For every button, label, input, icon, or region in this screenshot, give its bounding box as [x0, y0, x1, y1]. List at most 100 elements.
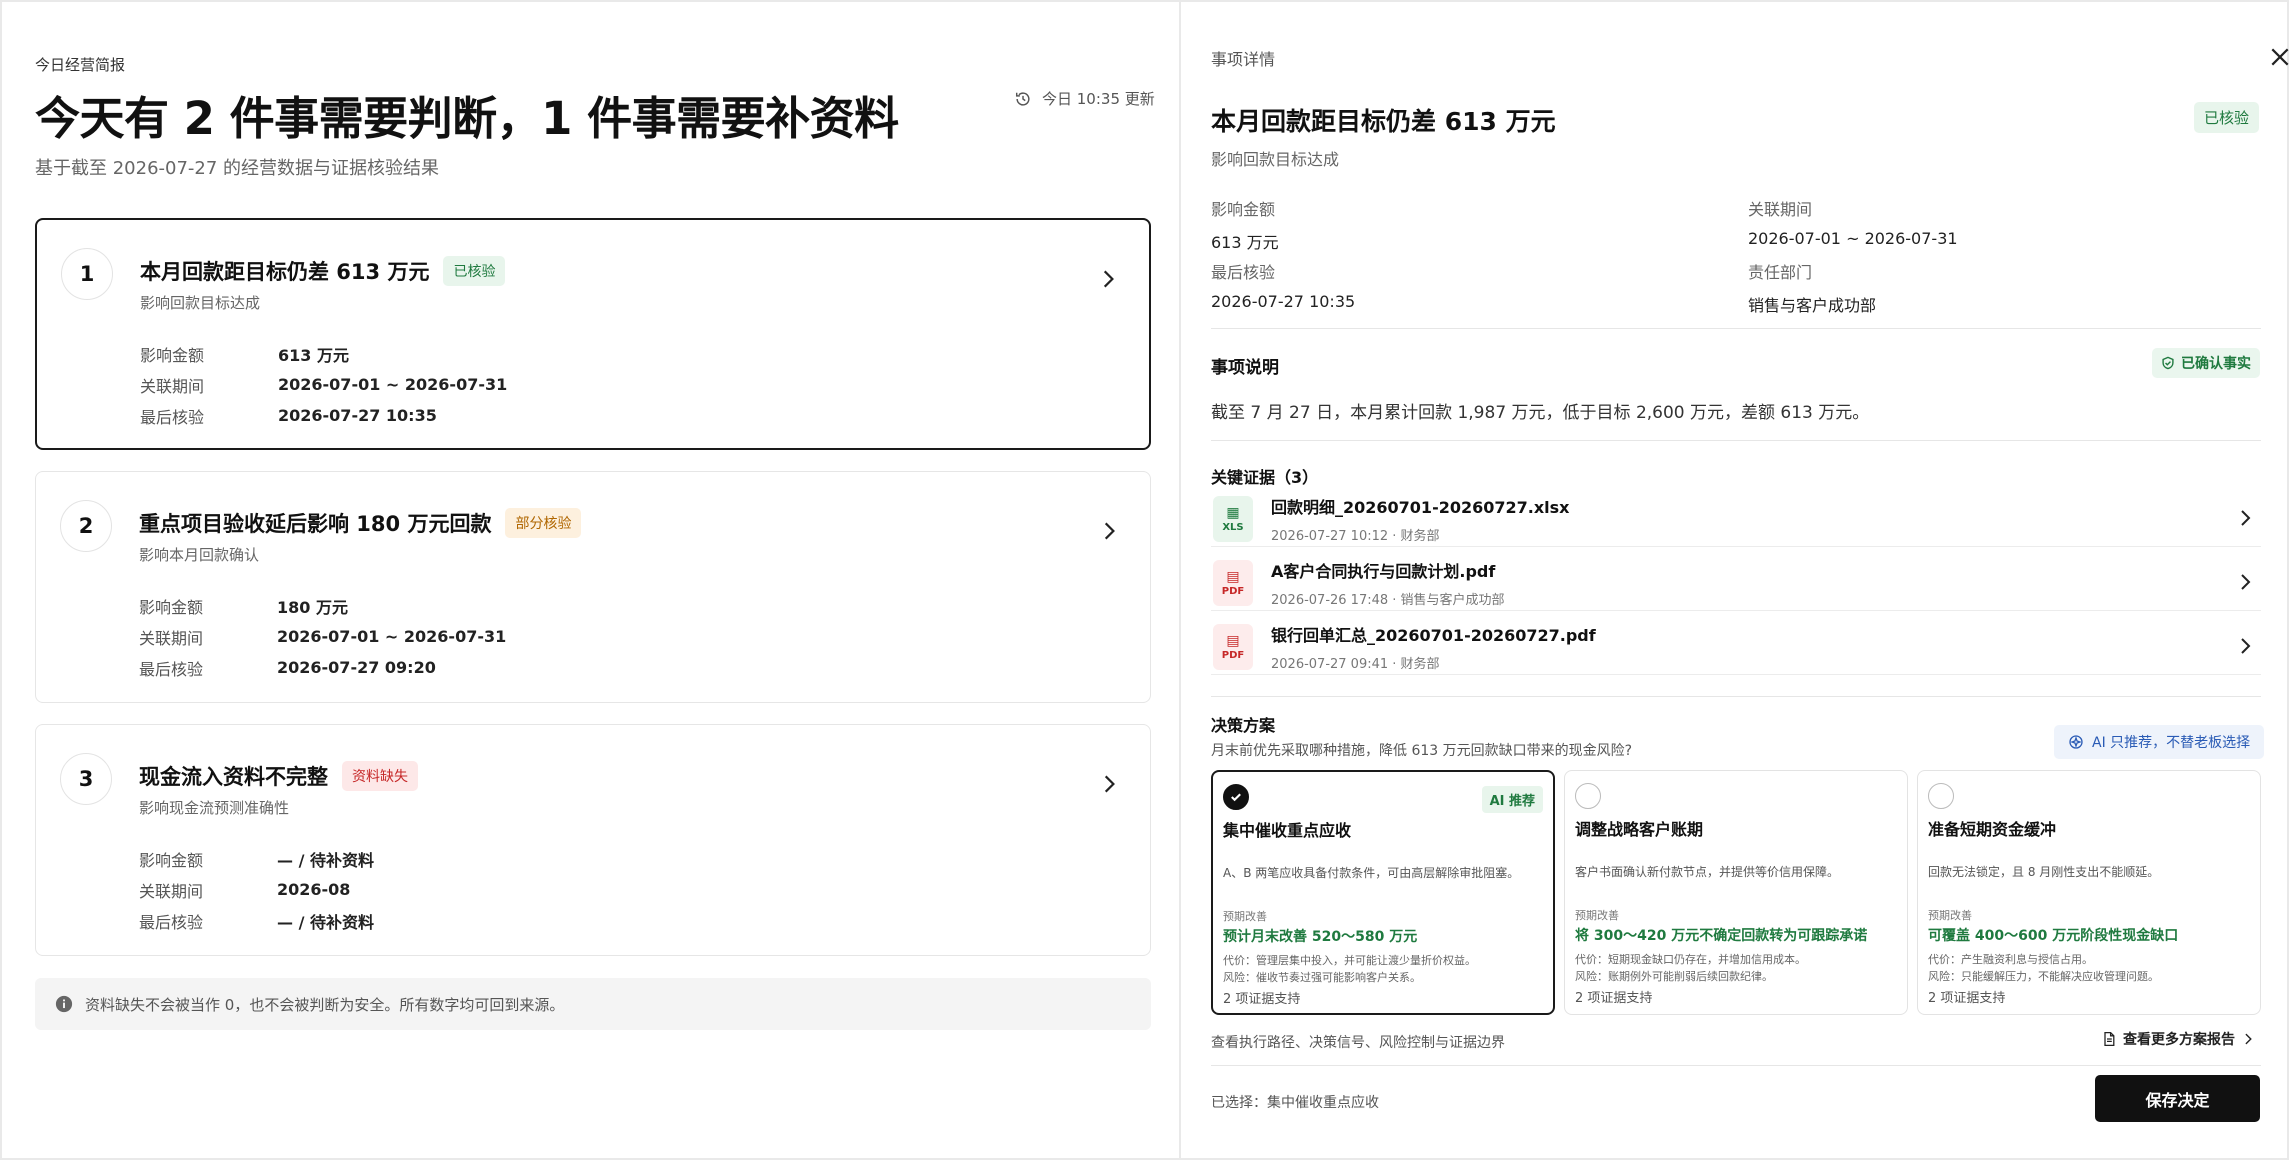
status-badge: 已核验: [2194, 102, 2260, 133]
shield-check-icon: [2162, 356, 2174, 370]
amount-value: — / 待补资料: [277, 850, 374, 870]
last-check-label: 最后核验: [140, 407, 205, 427]
execution-path-note: 查看执行路径、决策信号、风险控制与证据边界: [1211, 1035, 1505, 1051]
status-badge: 部分核验: [505, 508, 582, 538]
chevron-right-icon[interactable]: [2235, 636, 2255, 656]
issue-details: 影响金额 613 万元 关联期间 2026-07-01 ~ 2026-07-31 最…: [140, 338, 507, 431]
file-name: 回款明细_20260701-20260727.xlsx: [1271, 498, 1570, 517]
radio-unselected[interactable]: [1575, 783, 1601, 809]
option-risk: 风险：账期例外可能削弱后续回款纪律。: [1575, 970, 1773, 983]
issue-card-2[interactable]: 2 重点项目验收延后影响 180 万元回款 部分核验 影响本月回款确认 影响金额…: [35, 471, 1151, 703]
period-label: 关联期间: [139, 881, 204, 901]
issue-title: 本月回款距目标仍差 613 万元 已核验: [140, 256, 506, 286]
divider: [1211, 1065, 2261, 1066]
page-title: 今天有 2 件事需要判断，1 件事需要补资料: [35, 92, 899, 145]
last-check-label: 最后核验: [139, 659, 204, 679]
evidence-title: 关键证据（3）: [1211, 468, 1319, 487]
chevron-right-icon[interactable]: [1098, 773, 1120, 795]
issue-title-text: 本月回款距目标仍差 613 万元: [140, 260, 430, 284]
check-icon: [1231, 793, 1241, 802]
divider: [1211, 546, 2261, 547]
divider: [1211, 674, 2261, 675]
option-cost: 代价：产生融资利息与授信占用。: [1928, 953, 2093, 966]
meta-value: 2026-07-27 10:35: [1211, 292, 1356, 311]
meta-label: 关联期间: [1748, 200, 1813, 219]
radio-selected[interactable]: [1223, 784, 1249, 810]
page-subtitle: 基于截至 2026-07-27 的经营数据与证据核验结果: [35, 158, 440, 179]
detail-subtitle: 影响回款目标达成: [1211, 150, 1340, 169]
pdf-file-icon: ▤ PDF: [1213, 624, 1253, 670]
meta-label: 责任部门: [1748, 263, 1813, 282]
radio-unselected[interactable]: [1928, 783, 1954, 809]
amount-value: 613 万元: [278, 345, 349, 365]
meta-department: 责任部门 销售与客户成功部: [1748, 259, 1876, 316]
history-icon: [1015, 91, 1030, 106]
file-meta: 2026-07-27 09:41 · 财务部: [1271, 657, 1440, 672]
more-report-link[interactable]: 查看更多方案报告: [2101, 1029, 2255, 1049]
last-check-value: — / 待补资料: [277, 912, 374, 932]
option-desc: A、B 两笔应收具备付款条件，可由高层解除审批阻塞。: [1223, 866, 1520, 880]
meta-value: 2026-07-01 ~ 2026-07-31: [1748, 229, 1958, 248]
decision-option-2[interactable]: 调整战略客户账期 客户书面确认新付款节点，并提供等价信用保障。 预期改善 将 3…: [1564, 770, 1908, 1015]
detail-panel: 事项详情 本月回款距目标仍差 613 万元 已核验 影响回款目标达成 影响金额 …: [1179, 2, 2289, 1158]
divider: [1211, 328, 2261, 329]
evidence-item[interactable]: ▤ PDF 银行回单汇总_20260701-20260727.pdf 2026-0…: [1211, 618, 2261, 680]
footnote-text: 资料缺失不会被当作 0，也不会被判断为安全。所有数字均可回到来源。: [85, 995, 565, 1014]
last-check-label: 最后核验: [139, 912, 204, 932]
option-title: 集中催收重点应收: [1223, 821, 1352, 840]
period-value: 2026-07-01 ~ 2026-07-31: [278, 375, 508, 394]
ai-note-text: AI 只推荐，不替老板选择: [2092, 735, 2251, 751]
save-decision-button[interactable]: 保存决定: [2095, 1075, 2260, 1122]
confirmed-text: 已确认事实: [2181, 356, 2251, 372]
issue-number: 2: [60, 500, 112, 552]
decision-option-3[interactable]: 准备短期资金缓冲 回款无法锁定，且 8 月刚性支出不能顺延。 预期改善 可覆盖 …: [1917, 770, 2261, 1015]
last-check-value: 2026-07-27 09:20: [277, 658, 436, 677]
chevron-right-icon[interactable]: [1098, 520, 1120, 542]
status-badge: 资料缺失: [342, 761, 418, 791]
period-label: 关联期间: [140, 376, 205, 396]
briefing-panel: 今日经营简报 今天有 2 件事需要判断，1 件事需要补资料 基于截至 2026-…: [2, 2, 1180, 1158]
file-ext: XLS: [1222, 521, 1244, 533]
option-effect-label: 预期改善: [1928, 909, 1972, 922]
confirmed-badge: 已确认事实: [2152, 348, 2260, 378]
xlsx-file-icon: ▦ XLS: [1213, 496, 1253, 542]
decision-option-1[interactable]: AI 推荐 集中催收重点应收 A、B 两笔应收具备付款条件，可由高层解除审批阻塞…: [1211, 770, 1555, 1015]
chevron-right-icon[interactable]: [2235, 572, 2255, 592]
option-title: 准备短期资金缓冲: [1928, 820, 2057, 839]
option-desc: 客户书面确认新付款节点，并提供等价信用保障。: [1575, 865, 1840, 879]
option-title: 调整战略客户账期: [1575, 820, 1704, 839]
divider: [1211, 696, 2261, 697]
footnote-banner: 资料缺失不会被当作 0，也不会被判断为安全。所有数字均可回到来源。: [35, 978, 1151, 1030]
issue-details: 影响金额 180 万元 关联期间 2026-07-01 ~ 2026-07-31 最…: [139, 590, 506, 683]
file-ext: PDF: [1221, 649, 1245, 661]
issue-card-3[interactable]: 3 现金流入资料不完整 资料缺失 影响现金流预测准确性 影响金额 — / 待补资料…: [35, 724, 1151, 956]
file-name: A客户合同执行与回款计划.pdf: [1271, 562, 1496, 581]
selected-option-text: 已选择：集中催收重点应收: [1211, 1095, 1379, 1111]
issue-title-text: 重点项目验收延后影响 180 万元回款: [139, 512, 492, 536]
option-support: 2 项证据支持: [1575, 991, 1653, 1006]
chevron-right-icon[interactable]: [1097, 268, 1119, 290]
issue-title: 重点项目验收延后影响 180 万元回款 部分核验: [139, 508, 582, 538]
decision-title: 决策方案: [1211, 716, 1276, 735]
option-risk: 风险：催收节奏过强可能影响客户关系。: [1223, 971, 1421, 984]
amount-value: 180 万元: [277, 597, 348, 617]
option-effect-label: 预期改善: [1575, 909, 1619, 922]
option-effect: 将 300～420 万元不确定回款转为可跟踪承诺: [1575, 928, 1868, 944]
pdf-file-icon: ▤ PDF: [1213, 560, 1253, 606]
evidence-item[interactable]: ▦ XLS 回款明细_20260701-20260727.xlsx 2026-07…: [1211, 490, 2261, 552]
amount-label: 影响金额: [140, 345, 205, 365]
period-label: 关联期间: [139, 628, 204, 648]
issue-card-1[interactable]: 1 本月回款距目标仍差 613 万元 已核验 影响回款目标达成 影响金额 613 …: [35, 218, 1151, 450]
info-icon: [55, 995, 73, 1013]
meta-period: 关联期间 2026-07-01 ~ 2026-07-31: [1748, 196, 1958, 248]
period-value: 2026-08: [277, 880, 351, 899]
evidence-item[interactable]: ▤ PDF A客户合同执行与回款计划.pdf 2026-07-26 17:48 ·…: [1211, 554, 2261, 616]
ai-note-badge: AI 只推荐，不替老板选择: [2054, 725, 2265, 759]
update-time-text: 今日 10:35 更新: [1042, 90, 1155, 108]
option-support: 2 项证据支持: [1223, 992, 1301, 1007]
close-icon[interactable]: [2269, 46, 2289, 68]
file-meta: 2026-07-26 17:48 · 销售与客户成功部: [1271, 593, 1505, 608]
explain-text: 截至 7 月 27 日，本月累计回款 1,987 万元，低于目标 2,600 万…: [1211, 403, 1870, 423]
period-value: 2026-07-01 ~ 2026-07-31: [277, 627, 507, 646]
chevron-right-icon[interactable]: [2235, 508, 2255, 528]
